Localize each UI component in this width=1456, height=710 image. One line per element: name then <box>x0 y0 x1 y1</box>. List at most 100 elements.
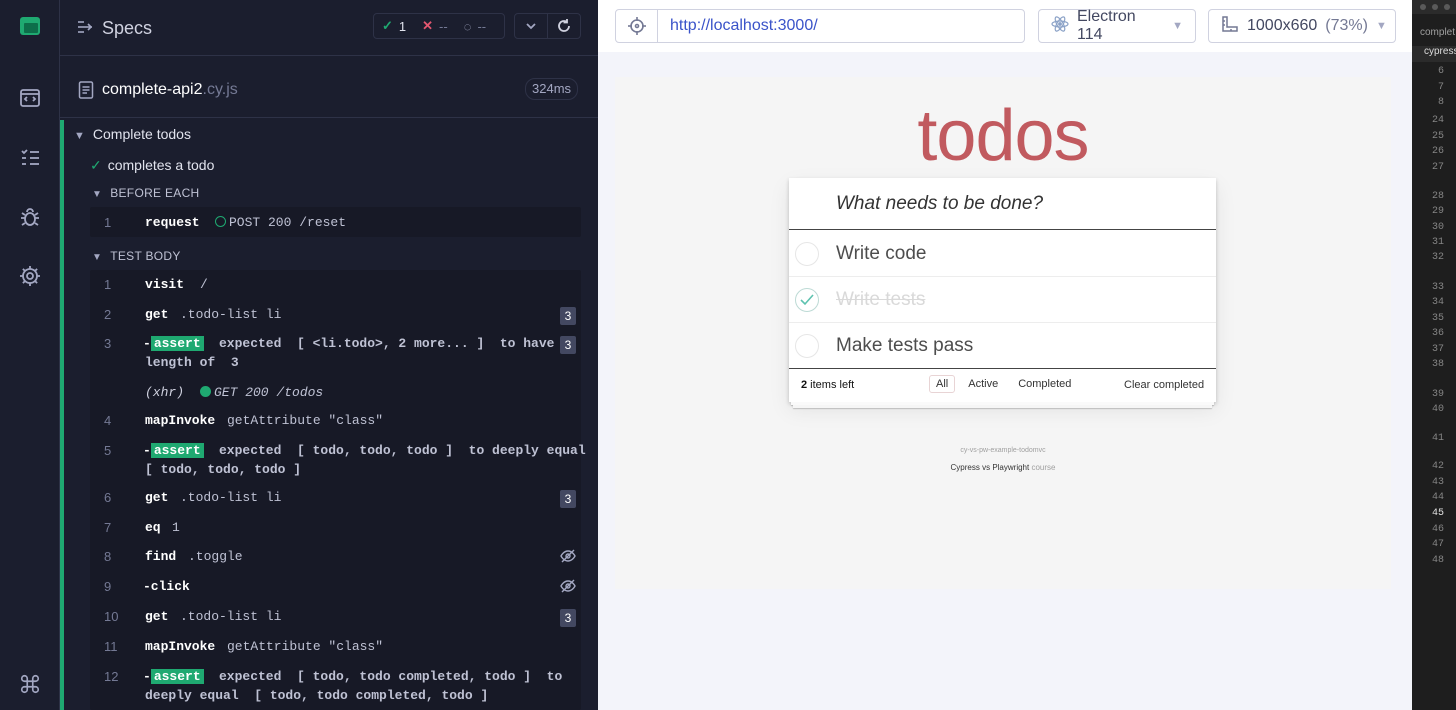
eye-slash-icon <box>560 579 576 597</box>
url-text[interactable]: http://localhost:3000/ <box>658 10 818 42</box>
test-title[interactable]: ✓ completes a todo <box>90 157 214 174</box>
command-number: 2 <box>104 307 112 322</box>
browser-name: Electron 114 <box>1077 8 1136 43</box>
runs-icon[interactable] <box>14 82 46 114</box>
command-message: 1 <box>172 520 180 535</box>
info-repo: cy-vs-pw-example-todomvc <box>960 447 1046 454</box>
nav-rail <box>0 0 60 710</box>
rerun-icon[interactable] <box>548 14 580 38</box>
command-number: 9 <box>104 579 112 594</box>
ruler-icon <box>1221 15 1239 38</box>
command-name: find <box>145 549 177 564</box>
clear-completed-button[interactable]: Clear completed <box>1124 379 1204 391</box>
hook-label: BEFORE EACH <box>110 186 200 200</box>
line-number: 41 <box>1431 433 1444 444</box>
selector-playground-crosshair-icon[interactable] <box>616 10 658 42</box>
todo-app: What needs to be done? Write code Write … <box>789 178 1216 402</box>
assert-message-line1: expected [ todo, todo, todo ] to deeply … <box>219 443 586 458</box>
assert-prefix: - assert <box>143 336 204 351</box>
command-number: 6 <box>104 490 112 505</box>
filter-completed[interactable]: Completed <box>1011 375 1078 393</box>
window-dot <box>1420 4 1426 10</box>
command-message: getAttribute "class" <box>227 413 384 428</box>
specs-list-icon[interactable] <box>14 141 46 173</box>
line-number: 24 <box>1431 115 1444 126</box>
keyboard-shortcuts-icon[interactable] <box>14 668 46 700</box>
todo-count: 2 items left <box>801 379 854 391</box>
todo-footer: 2 items left All Active Completed Clear … <box>789 368 1216 402</box>
todo-toggle[interactable] <box>795 334 819 358</box>
command-number: 7 <box>104 520 112 535</box>
pending-request-icon <box>215 216 226 227</box>
command-number: 12 <box>104 669 119 684</box>
spec-file-row: complete-api2.cy.js 324ms <box>60 62 598 118</box>
spec-ext: .cy.js <box>202 81 238 98</box>
viewport-info[interactable]: 1000x660 (73%) ▼ <box>1208 9 1396 43</box>
line-number: 39 <box>1431 389 1444 400</box>
line-number: 40 <box>1431 404 1444 415</box>
window-dot <box>1432 4 1438 10</box>
line-number: 26 <box>1431 146 1444 157</box>
line-number: 7 <box>1437 82 1444 93</box>
todo-toggle[interactable] <box>795 242 819 266</box>
assert-badge: assert <box>150 336 204 351</box>
chevron-down-icon[interactable] <box>515 14 548 38</box>
viewport-size: 1000x660 <box>1247 17 1318 34</box>
spec-duration: 324ms <box>525 78 579 100</box>
aut-toolbar: http://localhost:3000/ Electron 114 ▼ 10… <box>598 0 1412 52</box>
test-body-hook[interactable]: ▼ TEST BODY <box>92 249 181 263</box>
line-number: 33 <box>1431 282 1444 293</box>
element-count-badge: 3 <box>560 609 576 627</box>
debug-bug-icon[interactable] <box>14 201 46 233</box>
suite-label: Complete todos <box>92 126 191 142</box>
specs-panel-toggle-icon[interactable] <box>76 18 94 41</box>
todos-heading: todos <box>917 96 1089 176</box>
line-number: 46 <box>1431 524 1444 535</box>
command-message: getAttribute "class" <box>227 639 384 654</box>
course-link[interactable]: Cypress vs Playwright <box>951 463 1030 472</box>
spec-file-name[interactable]: complete-api2.cy.js <box>102 81 238 99</box>
suite-title[interactable]: ▼ Complete todos <box>74 126 191 142</box>
line-number: 6 <box>1437 66 1444 77</box>
failed-x-icon: ✕ <box>422 18 434 33</box>
xhr-label: (xhr) <box>145 385 185 400</box>
todo-toggle-checked[interactable] <box>795 288 819 312</box>
filters: All Active Completed <box>929 375 1078 393</box>
todo-item-completed[interactable]: Write tests <box>789 277 1216 323</box>
window-titlebar <box>1412 0 1456 14</box>
command-name: eq <box>145 520 161 535</box>
document-icon <box>78 81 94 104</box>
run-controls <box>514 13 581 39</box>
editor-tab[interactable]: complet <box>1420 27 1456 38</box>
reporter-header: Specs ✓ 1 ✕ -- ◌ -- <box>60 0 598 56</box>
cypress-logo-icon[interactable] <box>14 10 46 42</box>
command-message: / <box>200 277 208 292</box>
specs-title[interactable]: Specs <box>102 18 152 39</box>
todo-label: Write tests <box>836 289 926 310</box>
assert-message-line2: deeply equal [ todo, todo completed, tod… <box>145 688 489 703</box>
aut-iframe: todos What needs to be done? Write code … <box>615 77 1391 589</box>
app-under-test-panel: http://localhost:3000/ Electron 114 ▼ 10… <box>598 0 1412 710</box>
new-todo-input[interactable]: What needs to be done? <box>789 178 1216 230</box>
editor-tab-active[interactable]: cypress <box>1412 46 1456 62</box>
command-name: get <box>145 609 169 624</box>
browser-selector[interactable]: Electron 114 ▼ <box>1038 8 1196 43</box>
line-number: 36 <box>1431 328 1444 339</box>
assert-message-line2: [ todo, todo, todo ] <box>145 462 302 477</box>
count-suffix: items left <box>807 379 855 391</box>
assert-message-line1: expected [ todo, todo completed, todo ] … <box>219 669 563 684</box>
command-log-reporter: Specs ✓ 1 ✕ -- ◌ -- complete-api2.cy.js … <box>60 0 598 710</box>
url-bar: http://localhost:3000/ <box>615 9 1025 43</box>
settings-gear-icon[interactable] <box>14 260 46 292</box>
todo-item[interactable]: Make tests pass <box>789 323 1216 369</box>
test-body-commands: 1 visit / 2 get .todo-list li 3 3 - asser… <box>90 270 586 710</box>
filter-all[interactable]: All <box>929 375 956 393</box>
filter-active[interactable]: Active <box>961 375 1005 393</box>
cypress-app: Specs ✓ 1 ✕ -- ◌ -- complete-api2.cy.js … <box>0 0 1456 710</box>
before-each-hook[interactable]: ▼ BEFORE EACH <box>92 186 200 200</box>
course-suffix: course <box>1029 463 1056 472</box>
assert-message-line2: length of 3 <box>145 355 239 370</box>
todo-item[interactable]: Write code <box>789 231 1216 277</box>
caret-down-icon: ▼ <box>92 189 103 200</box>
hook-label: TEST BODY <box>110 249 181 263</box>
